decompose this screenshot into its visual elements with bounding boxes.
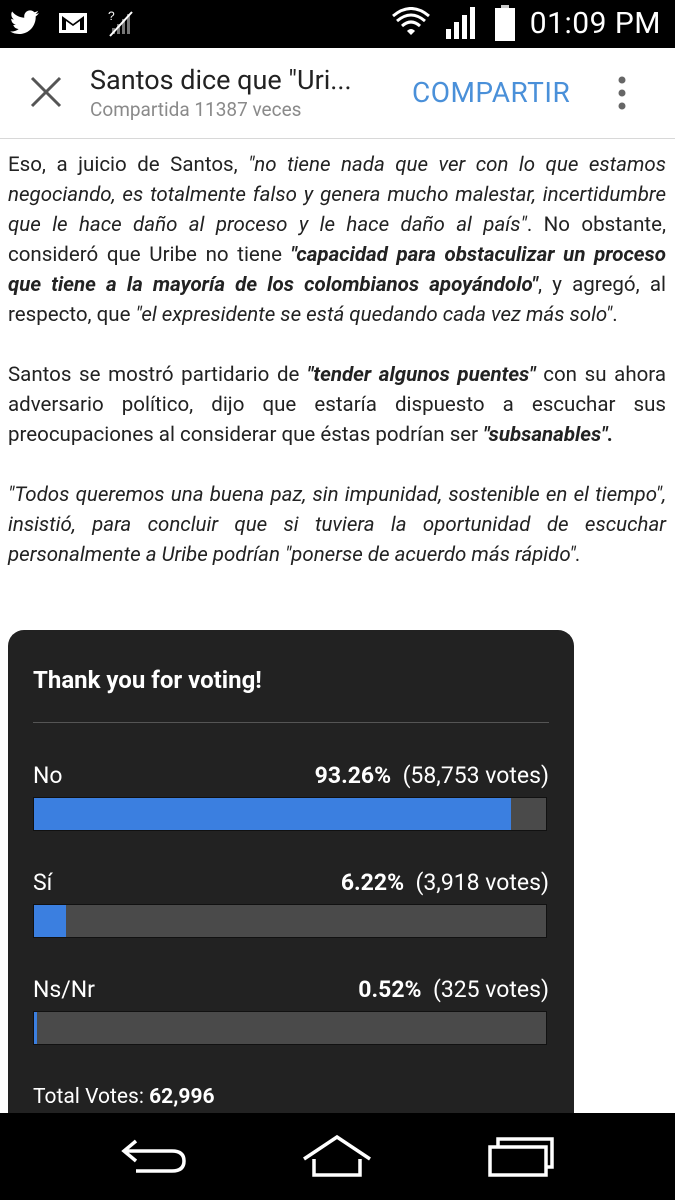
text-run: Santos se mostró partidario de bbox=[8, 363, 308, 387]
quote: . bbox=[575, 543, 581, 567]
article-body: Eso, a juicio de Santos, "no tiene nada … bbox=[8, 150, 666, 600]
poll-option-stats: 0.52% (325 votes) bbox=[358, 976, 549, 1003]
poll-bar-fill bbox=[34, 1012, 37, 1044]
poll-option-votes: (58,753 votes) bbox=[402, 762, 549, 789]
recent-apps-icon[interactable] bbox=[486, 1131, 556, 1181]
text-run: . bbox=[612, 303, 618, 327]
battery-icon bbox=[494, 5, 515, 41]
status-bar: ? 01:09 PM bbox=[0, 0, 675, 48]
share-button[interactable]: COMPARTIR bbox=[412, 76, 570, 109]
top-app-bar: Santos dice que "Uri... Compartida 11387… bbox=[0, 48, 675, 139]
article-paragraph-2: Santos se mostró partidario de "tender a… bbox=[8, 360, 666, 450]
poll-bar-track bbox=[33, 1011, 547, 1045]
clock: 01:09 PM bbox=[529, 5, 661, 41]
emphasized-quote: "subsanables". bbox=[483, 423, 614, 447]
poll-bar-fill bbox=[34, 905, 66, 937]
page-title: Santos dice que "Uri... bbox=[90, 64, 352, 96]
total-votes-label: Total Votes: bbox=[33, 1085, 144, 1109]
back-icon[interactable] bbox=[118, 1131, 190, 1181]
poll-option-percent: 93.26% bbox=[314, 762, 392, 789]
poll-results-card: Thank you for voting! No 93.26% (58,753 … bbox=[8, 630, 574, 1190]
notification-icons: ? bbox=[10, 8, 136, 38]
close-icon[interactable] bbox=[28, 74, 64, 110]
wifi-icon bbox=[391, 7, 430, 35]
poll-option-label: Ns/Nr bbox=[33, 976, 95, 1003]
svg-text:?: ? bbox=[108, 9, 115, 23]
article-paragraph-3: "Todos queremos una buena paz, sin impun… bbox=[8, 480, 666, 570]
total-votes-value: 62,996 bbox=[149, 1085, 215, 1109]
poll-option-label: Sí bbox=[33, 869, 53, 896]
poll-option-stats: 93.26% (58,753 votes) bbox=[315, 762, 549, 789]
poll-option-label: No bbox=[33, 762, 63, 789]
emphasized-quote: "tender algunos puentes" bbox=[307, 363, 536, 387]
home-icon[interactable] bbox=[300, 1131, 374, 1181]
poll-title: Thank you for voting! bbox=[33, 666, 262, 694]
divider bbox=[33, 722, 549, 723]
no-signal-icon: ? bbox=[108, 9, 133, 37]
poll-option-percent: 0.52% bbox=[358, 976, 422, 1003]
signal-icon bbox=[445, 7, 475, 39]
poll-option-votes: (3,918 votes) bbox=[415, 869, 550, 896]
share-count: Compartida 11387 veces bbox=[90, 98, 302, 121]
gmail-icon bbox=[59, 13, 87, 33]
poll-option-percent: 6.22% bbox=[340, 869, 405, 896]
poll-bar-fill bbox=[34, 798, 512, 830]
poll-option-votes: (325 votes) bbox=[432, 976, 549, 1003]
quote: "Todos queremos una buena paz, sin impun… bbox=[8, 483, 663, 507]
poll-bar-track bbox=[33, 904, 547, 938]
article-paragraph-1: Eso, a juicio de Santos, "no tiene nada … bbox=[8, 150, 666, 330]
quote: "el expresidente se está quedando cada v… bbox=[135, 303, 613, 327]
navigation-bar bbox=[0, 1113, 675, 1200]
poll-bar-track bbox=[33, 797, 547, 831]
system-status: 01:09 PM bbox=[391, 4, 661, 42]
twitter-icon bbox=[10, 10, 39, 34]
text-run: Eso, a juicio de Santos, bbox=[8, 153, 249, 177]
total-votes: Total Votes: 62,996 bbox=[33, 1085, 215, 1109]
overflow-menu-icon[interactable] bbox=[612, 74, 632, 114]
poll-option-stats: 6.22% (3,918 votes) bbox=[341, 869, 549, 896]
